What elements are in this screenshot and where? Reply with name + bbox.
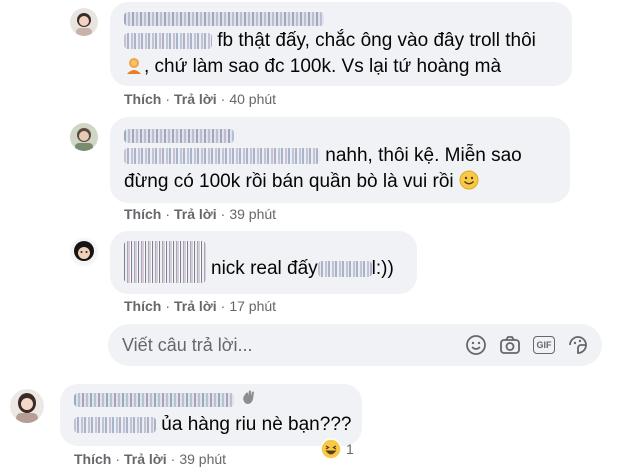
comment-actions: Thích · Trả lời · 17 phút	[124, 298, 276, 314]
dot-separator: ·	[220, 298, 226, 314]
comment-actions: Thích · Trả lời · 39 phút	[124, 206, 276, 222]
blurred-author-name	[124, 11, 324, 26]
dot-separator: ·	[220, 91, 226, 107]
comment-text: ủa hàng riu nè bạn???	[161, 414, 352, 435]
blurred-text	[124, 147, 320, 164]
dot-separator: ·	[115, 451, 121, 467]
dot-separator: ·	[220, 206, 226, 222]
reply-link[interactable]: Trả lời	[124, 451, 167, 467]
avatar[interactable]	[70, 123, 98, 151]
comment-text: nahh, thôi kệ. Miễn sao	[325, 145, 522, 166]
sticker-icon[interactable]	[566, 333, 590, 357]
dot-separator: ·	[170, 451, 176, 467]
comment-bubble: ủa hàng riu nè bạn???	[60, 384, 362, 446]
smiley-icon[interactable]	[464, 333, 488, 357]
blurred-text	[74, 416, 156, 433]
gif-icon[interactable]: GIF	[532, 333, 556, 357]
like-link[interactable]: Thích	[124, 298, 161, 314]
comment-text: fb thật đấy, chắc ông vào đây troll thôi	[217, 30, 536, 51]
smile-emoji-icon	[459, 170, 479, 198]
timestamp[interactable]: 39 phút	[179, 451, 226, 467]
blurred-author-name	[124, 241, 206, 283]
reaction-summary[interactable]: 1	[320, 437, 354, 461]
gif-label: GIF	[533, 336, 555, 354]
dot-separator: ·	[165, 91, 171, 107]
camera-icon[interactable]	[498, 333, 522, 357]
timestamp[interactable]: 40 phút	[229, 91, 276, 107]
reply-input[interactable]	[122, 324, 452, 366]
comment-text-continued: , chứ làm sao đc 100k. Vs lại tứ hoàng m…	[144, 56, 502, 77]
comment-bubble: nick real đấy l:))	[110, 231, 417, 294]
avatar[interactable]	[70, 8, 98, 36]
blurred-text	[124, 32, 212, 49]
blurred-text	[317, 261, 372, 277]
comment-actions: Thích · Trả lời · 40 phút	[124, 91, 276, 107]
blurred-author-name	[124, 128, 234, 143]
dot-separator: ·	[165, 206, 171, 222]
reply-composer: GIF	[108, 324, 602, 366]
emoji-icon	[124, 55, 144, 83]
avatar[interactable]	[10, 389, 44, 423]
avatar[interactable]	[70, 238, 98, 266]
timestamp[interactable]: 39 phút	[229, 206, 276, 222]
blurred-author-name	[74, 393, 234, 407]
wave-emoji-icon	[240, 387, 256, 413]
comment-text: nick real đấy	[211, 258, 318, 279]
reply-link[interactable]: Trả lời	[174, 298, 217, 314]
reply-link[interactable]: Trả lời	[174, 91, 217, 107]
comment-bubble: fb thật đấy, chắc ông vào đây troll thôi…	[110, 2, 572, 86]
like-link[interactable]: Thích	[124, 91, 161, 107]
like-link[interactable]: Thích	[74, 451, 111, 467]
comment-actions: Thích · Trả lời · 39 phút	[74, 451, 226, 467]
timestamp[interactable]: 17 phút	[229, 298, 276, 314]
comment-text-continued: đừng có 100k rồi bán quần bò là vui rồi	[124, 171, 454, 192]
like-link[interactable]: Thích	[124, 206, 161, 222]
reply-link[interactable]: Trả lời	[174, 206, 217, 222]
dot-separator: ·	[165, 298, 171, 314]
comment-text-suffix: l:))	[371, 258, 394, 279]
haha-reaction-icon	[320, 438, 342, 460]
comment-bubble: nahh, thôi kệ. Miễn sao đừng có 100k rồi…	[110, 117, 570, 203]
reaction-count: 1	[346, 441, 354, 457]
